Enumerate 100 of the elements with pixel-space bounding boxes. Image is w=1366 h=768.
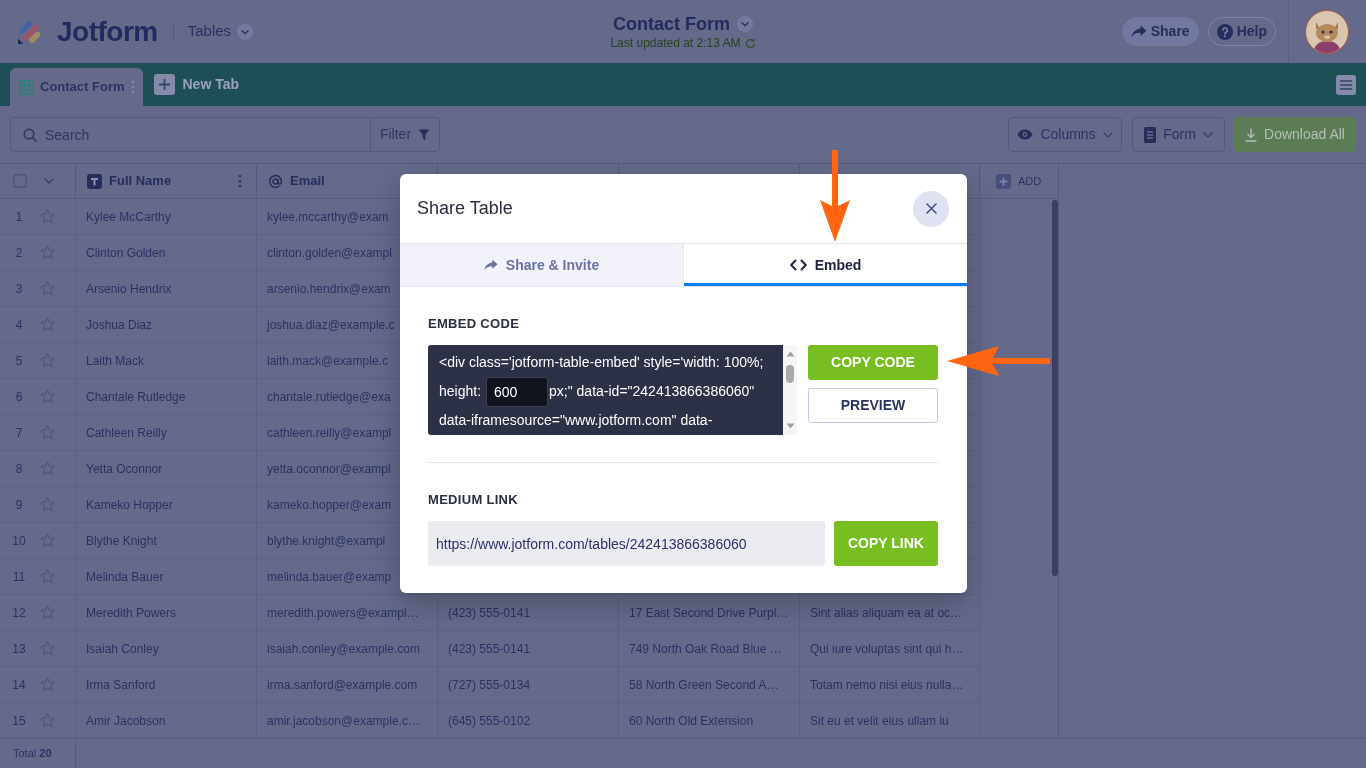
copy-code-button[interactable]: COPY CODE	[808, 345, 938, 380]
columns-button[interactable]: Columns	[1008, 117, 1122, 152]
document-icon	[1144, 126, 1157, 143]
preview-button[interactable]: PREVIEW	[808, 388, 938, 423]
chevron-down-icon	[44, 178, 54, 184]
code-line: data-iframesource="www.jotform.com" data-	[439, 411, 714, 430]
row-number: 1	[14, 208, 24, 226]
table-cell-text: Kylee McCarthy	[86, 208, 171, 226]
code-line: <div class='jotform-table-embed' style='width: 100%;	[439, 353, 765, 372]
table-cell-text: Isaiah Conley	[86, 640, 159, 658]
link-field[interactable]: https://www.jotform.com/tables/242413866386060	[428, 521, 825, 566]
table-cell-text: Cathleen Reilly	[86, 424, 167, 442]
download-all-button[interactable]: Download All	[1234, 117, 1356, 152]
plus-icon	[153, 74, 175, 95]
table-cell-text: kameko.hopper@exam	[267, 496, 392, 514]
table-cell-text: blythe.knight@exampl	[267, 532, 386, 550]
close-icon	[925, 203, 937, 214]
share-button[interactable]: Share	[1121, 17, 1199, 46]
help-icon	[1216, 23, 1233, 40]
at-sign-icon	[268, 173, 283, 189]
logo-icon	[17, 18, 43, 45]
add-column-button[interactable]: ADD	[996, 172, 1042, 190]
chevron-down-icon[interactable]	[737, 15, 753, 32]
form-button[interactable]: Form	[1132, 117, 1225, 152]
section-dropdown[interactable]: Tables	[187, 20, 254, 43]
dialog-title: Share Table	[417, 197, 513, 220]
table-cell-text: Yetta Oconnor	[86, 460, 163, 478]
table-cell-text: meredith.powers@exampl…	[267, 604, 419, 622]
table-cell-text: (645) 555-0102	[448, 712, 531, 730]
kebab-menu-icon	[238, 174, 242, 188]
form-title: Contact Form	[613, 12, 730, 35]
refresh-icon	[744, 37, 756, 49]
avatar-icon	[1305, 9, 1349, 54]
row-number: 10	[11, 532, 27, 550]
row-number: 7	[14, 424, 24, 442]
scroll-down-icon	[785, 423, 795, 429]
dialog-tab[interactable]: Share & Invite	[400, 244, 684, 286]
section-label: EMBED CODE	[428, 317, 521, 331]
table-cell-text: chantale.rutledge@exa	[267, 388, 391, 406]
table-cell-text: Chantale Rutledge	[86, 388, 186, 406]
code-brackets-icon	[789, 259, 807, 271]
menu-icon[interactable]	[1336, 74, 1356, 95]
row-number: 11	[11, 568, 27, 586]
new-tab-button[interactable]: New Tab	[153, 74, 240, 95]
row-number: 3	[14, 280, 24, 298]
column-header[interactable]: Full Name	[109, 171, 172, 191]
table-cell-text: Laith Mack	[86, 352, 145, 370]
download-icon	[1245, 127, 1258, 142]
table-cell-text: Arsenio Hendrix	[86, 280, 172, 298]
row-number: 13	[11, 640, 27, 658]
chevron-down-icon	[1202, 131, 1213, 138]
table-cell-text: 749 North Oak Road Blue …	[629, 640, 782, 658]
search-icon	[23, 128, 37, 142]
eye-icon	[1017, 129, 1034, 140]
code-text: height:	[439, 382, 482, 401]
table-cell-text: cathleen.reilly@exampl	[267, 424, 392, 442]
scrollbar-thumb[interactable]	[1052, 200, 1058, 576]
table-cell-text: Sit eu et velit eius ullam iu	[810, 712, 949, 730]
row-number: 14	[11, 676, 27, 694]
row-number: 12	[11, 604, 27, 622]
table-cell-text: isaiah.conley@example.com	[267, 640, 420, 658]
filter-icon	[418, 128, 431, 141]
row-number: 15	[11, 712, 27, 730]
table-cell-text: yetta.oconnor@exampl	[267, 460, 391, 478]
table-cell-text: laith.mack@example.c	[267, 352, 388, 370]
scrollbar-thumb[interactable]	[786, 365, 794, 383]
table-cell-text: melinda.bauer@examp	[267, 568, 392, 586]
table-cell-text: Meredith Powers	[86, 604, 177, 622]
row-number: 4	[14, 316, 24, 334]
table-cell-text: (423) 555-0141	[448, 640, 531, 658]
table-cell-text: (423) 555-0141	[448, 604, 531, 622]
column-header[interactable]: Email	[290, 171, 325, 191]
table-cell-text: kylee.mccarthy@exam	[267, 208, 389, 226]
table-cell-text: clinton.golden@exampl	[267, 244, 392, 262]
table-cell-text: Blythe Knight	[86, 532, 157, 550]
kebab-menu-icon	[130, 80, 135, 94]
plus-icon	[996, 173, 1011, 189]
section-label: MEDIUM LINK	[428, 493, 519, 507]
table-cell-text: Irma Sanford	[86, 676, 156, 694]
dialog-tab[interactable]: Embed	[684, 244, 967, 286]
chevron-down-icon	[1102, 131, 1113, 138]
total-count: Total 20	[13, 746, 52, 762]
table-cell-text: (727) 555-0134	[448, 676, 531, 694]
sheet-tab[interactable]: Contact Form	[10, 68, 143, 106]
table-cell-text: Clinton Golden	[86, 244, 166, 262]
table-cell-text: Kameko Hopper	[86, 496, 173, 514]
table-cell-text: arsenio.hendrix@exam	[267, 280, 391, 298]
logo-text: Jotform	[57, 17, 158, 46]
table-cell-text: Melinda Bauer	[86, 568, 164, 586]
table-cell-text: Amir Jacobson	[86, 712, 166, 730]
share-arrow-icon	[483, 259, 498, 271]
table-cell-text: 60 North Old Extension	[629, 712, 754, 730]
row-number: 8	[14, 460, 24, 478]
table-cell-text: Joshua Diaz	[86, 316, 153, 334]
height-field[interactable]: 600	[486, 376, 549, 407]
close-button[interactable]	[913, 190, 949, 227]
chevron-down-icon	[237, 23, 254, 40]
row-number: 2	[14, 244, 24, 262]
table-cell-text: amir.jacobson@example.c…	[267, 712, 420, 730]
copy-link-button[interactable]: COPY LINK	[834, 521, 938, 566]
